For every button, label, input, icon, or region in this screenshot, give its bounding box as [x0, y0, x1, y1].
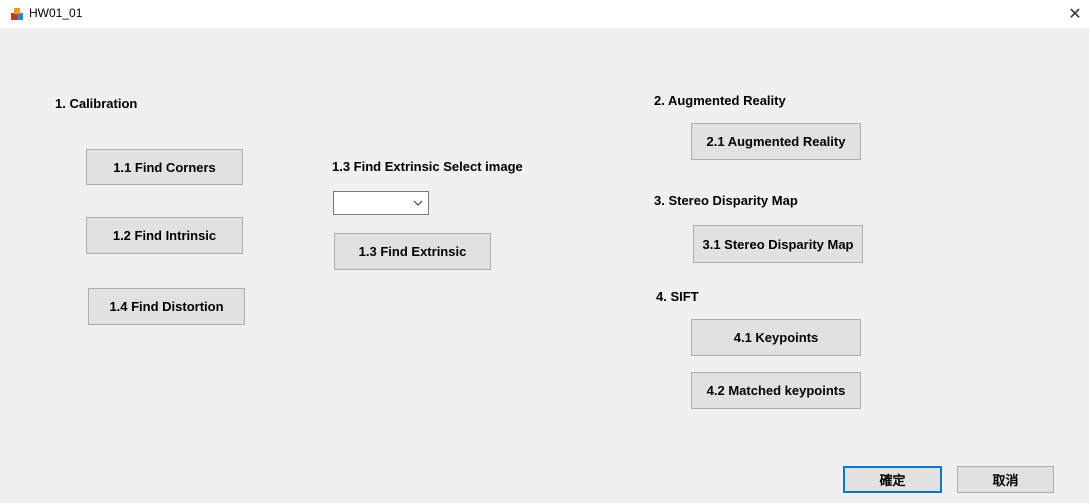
chevron-down-icon — [413, 200, 423, 206]
ok-button[interactable]: 確定 — [843, 466, 942, 493]
augmented-reality-button[interactable]: 2.1 Augmented Reality — [691, 123, 861, 160]
find-corners-button[interactable]: 1.1 Find Corners — [86, 149, 243, 185]
find-intrinsic-button[interactable]: 1.2 Find Intrinsic — [86, 217, 243, 254]
keypoints-button[interactable]: 4.1 Keypoints — [691, 319, 861, 356]
find-distortion-button[interactable]: 1.4 Find Distortion — [88, 288, 245, 325]
window-title: HW01_01 — [29, 6, 83, 20]
extrinsic-select-label: 1.3 Find Extrinsic Select image — [332, 159, 523, 174]
close-button[interactable]: ✕ — [1061, 0, 1089, 28]
title-bar: HW01_01 ✕ — [0, 0, 1089, 28]
cancel-button[interactable]: 取消 — [957, 466, 1054, 493]
stereo-disparity-button[interactable]: 3.1 Stereo Disparity Map — [693, 225, 863, 263]
find-extrinsic-button[interactable]: 1.3 Find Extrinsic — [334, 233, 491, 270]
matched-keypoints-button[interactable]: 4.2 Matched keypoints — [691, 372, 861, 409]
stereo-disparity-heading: 3. Stereo Disparity Map — [654, 193, 798, 208]
augmented-reality-heading: 2. Augmented Reality — [654, 93, 786, 108]
app-icon — [11, 8, 23, 20]
sift-heading: 4. SIFT — [656, 289, 699, 304]
main-window: HW01_01 ✕ 1. Calibration 1.1 Find Corner… — [0, 0, 1089, 503]
extrinsic-image-select[interactable] — [333, 191, 429, 215]
close-icon: ✕ — [1068, 6, 1082, 23]
calibration-heading: 1. Calibration — [55, 96, 138, 111]
